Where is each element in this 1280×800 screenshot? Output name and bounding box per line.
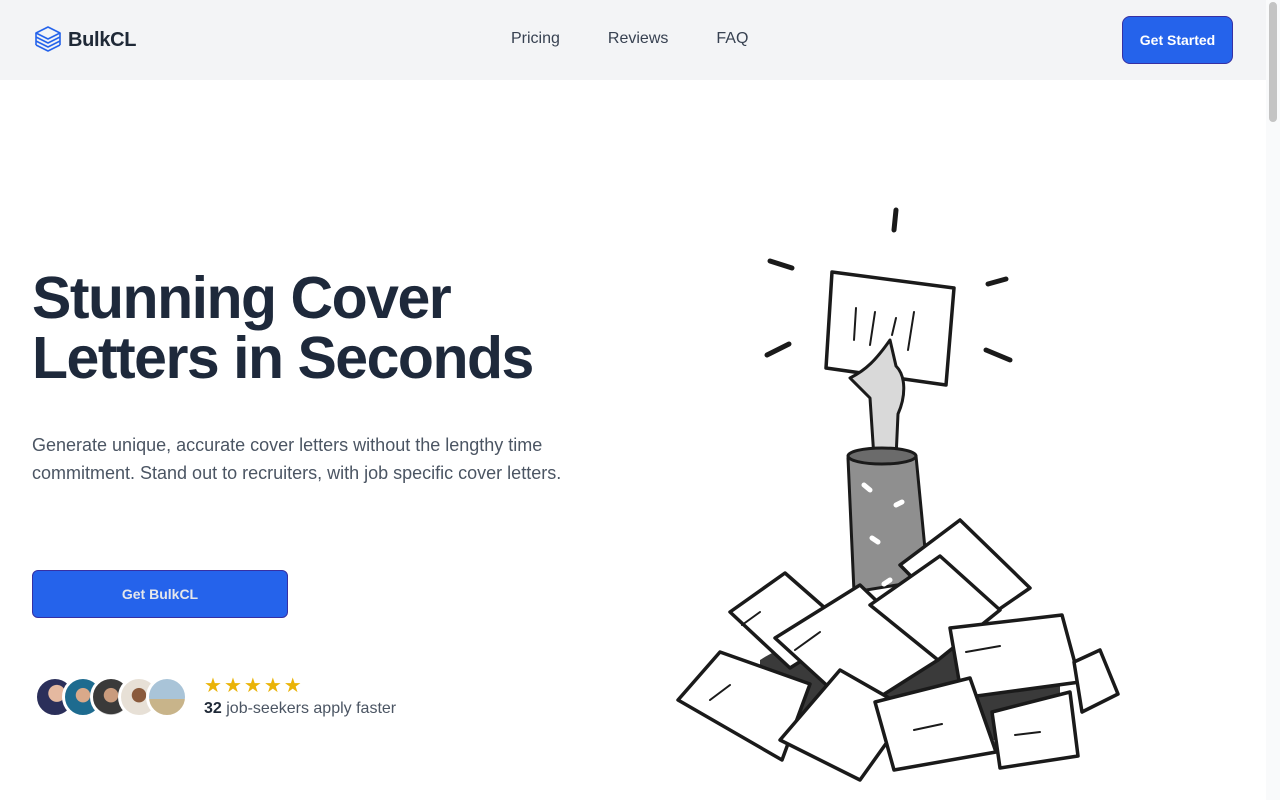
nav-link-pricing[interactable]: Pricing [511,30,560,48]
get-started-button[interactable]: Get Started [1122,16,1233,64]
avatar-group [34,676,188,718]
star-icon: ★ [283,675,302,697]
layers-logo-icon [35,26,61,52]
star-icon: ★ [243,675,262,697]
hero-description: Generate unique, accurate cover letters … [32,435,562,483]
social-proof: ★ ★ ★ ★ ★ 32 job-seekers apply faster [34,676,396,718]
brand-name: BulkCL [68,28,137,51]
site-header: BulkCL Pricing Reviews FAQ Get Started [0,0,1266,80]
star-icon: ★ [204,675,222,697]
main-nav: Pricing Reviews FAQ [511,30,748,48]
hero-title-line-2: Letters in Seconds [32,325,534,391]
hero-illustration [676,207,1120,782]
get-bulkcl-button[interactable]: Get BulkCL [32,570,288,618]
hero-title: Stunning Cover Letters in Seconds [32,268,632,388]
proof-line: 32 job-seekers apply faster [204,700,396,718]
star-icon: ★ [263,675,282,697]
avatar [146,676,188,718]
page-scrollbar[interactable] [1266,0,1280,800]
brand-logo[interactable]: BulkCL [34,24,137,56]
star-rating: ★ ★ ★ ★ ★ [204,676,396,696]
proof-caption: job-seekers apply faster [226,700,397,717]
scrollbar-thumb[interactable] [1269,2,1277,122]
nav-link-reviews[interactable]: Reviews [608,30,668,48]
hero-title-line-1: Stunning Cover [32,265,452,331]
proof-text: ★ ★ ★ ★ ★ 32 job-seekers apply faster [204,676,396,718]
nav-link-faq[interactable]: FAQ [716,30,748,48]
star-icon: ★ [223,675,242,697]
job-seeker-count: 32 [204,700,222,717]
